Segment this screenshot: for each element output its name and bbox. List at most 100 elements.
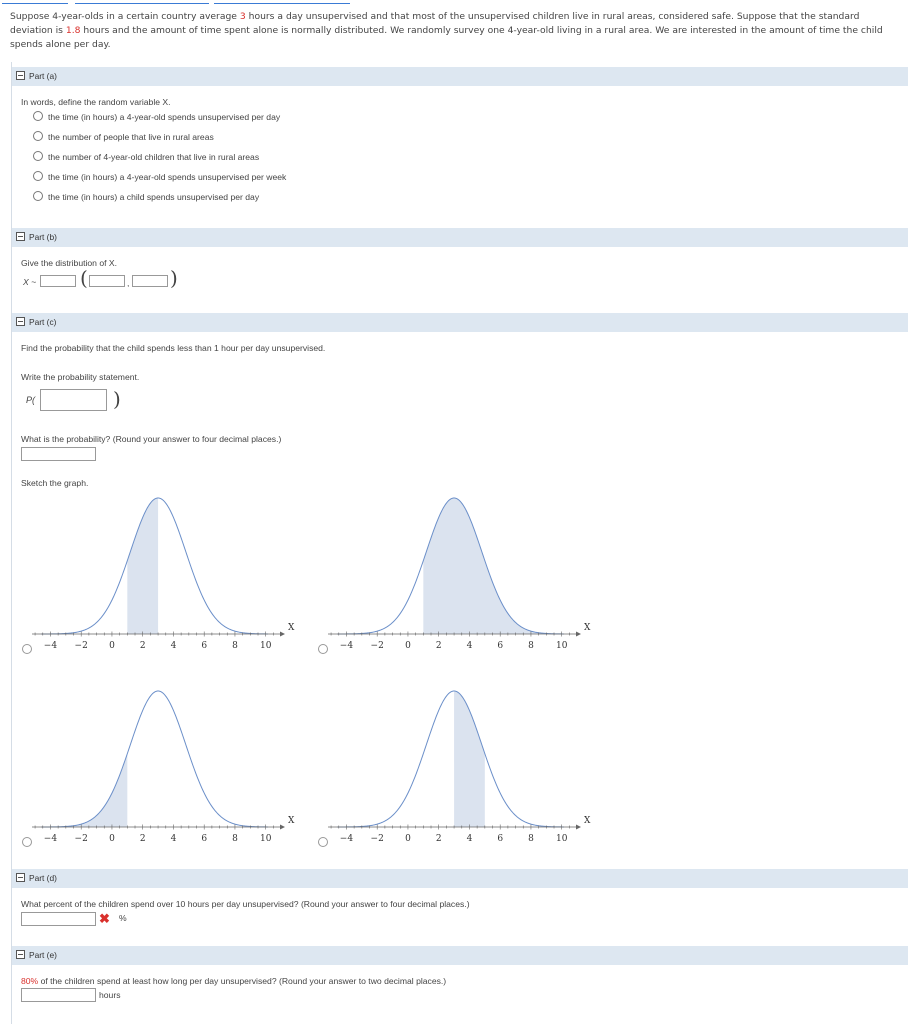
close-paren: ) [170, 266, 178, 290]
graph-radio-4[interactable] [318, 837, 328, 847]
part-b-title: Part (b) [29, 232, 57, 242]
axis-arrow [280, 631, 285, 637]
graph-option-2[interactable]: −4 −2 0 2 4 6 8 10 X [316, 480, 601, 660]
part-e-title: Part (e) [29, 950, 57, 960]
graph-radio-2[interactable] [318, 644, 328, 654]
tick-label: −4 [340, 641, 354, 651]
tick-label: −4 [340, 834, 354, 844]
collapse-icon[interactable] [16, 232, 25, 241]
graph-radio-1[interactable] [22, 644, 32, 654]
distribution-name-input[interactable] [40, 275, 76, 287]
collapse-icon[interactable] [16, 950, 25, 959]
tick-label: 0 [109, 834, 115, 844]
probability-answer-input[interactable] [21, 447, 96, 461]
normal-curve [41, 690, 269, 828]
tab-indicator-3[interactable] [214, 0, 350, 4]
tick-label: 4 [171, 641, 177, 651]
collapse-icon[interactable] [16, 873, 25, 882]
radio-button[interactable] [33, 171, 43, 181]
tick-label: 0 [109, 641, 115, 651]
tick-label: 0 [405, 834, 411, 844]
part-a-header[interactable]: Part (a) [12, 67, 908, 86]
tick-label: −2 [371, 834, 384, 844]
tab-indicator-1[interactable] [2, 0, 68, 4]
part-c-header[interactable]: Part (c) [12, 313, 908, 332]
radio-button[interactable] [33, 191, 43, 201]
hours-answer-input[interactable] [21, 988, 96, 1002]
part-c-question: Find the probability that the child spen… [21, 343, 326, 353]
tick-label: 6 [497, 641, 503, 651]
part-e-question: 80% of the children spend at least how l… [21, 976, 447, 986]
top-tab-strip [0, 0, 908, 4]
tick-label: −4 [44, 641, 58, 651]
tick-label: −2 [75, 834, 88, 844]
probability-prompt: What is the probability? (Round your ans… [21, 434, 282, 444]
tick-label: 10 [260, 834, 272, 844]
tick-label: 2 [140, 641, 146, 651]
x-axis-label: X [288, 623, 295, 633]
part-d-question: What percent of the children spend over … [21, 899, 470, 909]
graph-option-1[interactable]: −4 −2 0 2 4 6 8 10 X [20, 480, 305, 660]
percent-value: 80% [21, 976, 39, 986]
option-a-3[interactable]: the number of 4-year-old children that l… [33, 151, 259, 163]
axis-arrow [280, 824, 285, 830]
graph-option-4[interactable]: −4 −2 0 2 4 6 8 10 X [316, 673, 601, 853]
axis-arrow [576, 824, 581, 830]
hours-unit: hours [99, 990, 121, 1000]
mean-param-input[interactable] [89, 275, 125, 287]
x-distribution-label: X ~ [23, 277, 37, 287]
tick-label: 4 [171, 834, 177, 844]
percent-answer-input[interactable] [21, 912, 96, 926]
tick-label: 6 [497, 834, 503, 844]
part-b-question: Give the distribution of X. [21, 258, 118, 268]
x-axis-label: X [584, 623, 591, 633]
tick-label: −4 [44, 834, 58, 844]
normal-curve-graph-1: −4 −2 0 2 4 6 8 10 X [32, 497, 295, 651]
collapse-icon[interactable] [16, 317, 25, 326]
normal-curve-graph-4: −4 −2 0 2 4 6 8 10 X [328, 690, 591, 844]
normal-curve-graph-3: −4 −2 0 2 4 6 8 10 X [32, 690, 295, 844]
probability-statement-input[interactable] [40, 389, 107, 411]
tick-label: 2 [436, 834, 442, 844]
intro-text-3: hours and the amount of time spent alone… [10, 25, 883, 50]
normal-curve [337, 690, 565, 828]
tick-label: 2 [436, 641, 442, 651]
percent-unit: % [119, 913, 127, 923]
tick-label: 8 [232, 834, 238, 844]
tick-label: 4 [467, 834, 473, 844]
radio-button[interactable] [33, 131, 43, 141]
problem-statement: Suppose 4-year-olds in a certain country… [10, 10, 900, 52]
statement-prompt: Write the probability statement. [21, 372, 140, 382]
tab-indicator-2[interactable] [75, 0, 209, 4]
shaded-region [423, 498, 562, 634]
radio-button[interactable] [33, 151, 43, 161]
part-e-header[interactable]: Part (e) [12, 946, 908, 965]
tick-label: −2 [371, 641, 384, 651]
option-a-4[interactable]: the time (in hours) a 4-year-old spends … [33, 171, 286, 183]
tick-label: −2 [75, 641, 88, 651]
x-axis-label: X [584, 816, 591, 826]
option-a-1[interactable]: the time (in hours) a 4-year-old spends … [33, 111, 280, 123]
collapse-icon[interactable] [16, 71, 25, 80]
part-d-title: Part (d) [29, 873, 57, 883]
tick-label: 10 [556, 641, 568, 651]
graph-option-3[interactable]: −4 −2 0 2 4 6 8 10 X [20, 673, 305, 853]
intro-text-1: Suppose 4-year-olds in a certain country… [10, 11, 240, 22]
option-a-5[interactable]: the time (in hours) a child spends unsup… [33, 191, 259, 203]
tick-label: 2 [140, 834, 146, 844]
graph-radio-3[interactable] [22, 837, 32, 847]
normal-curve-graph-2: −4 −2 0 2 4 6 8 10 X [328, 497, 591, 651]
tick-label: 10 [556, 834, 568, 844]
x-axis-label: X [288, 816, 295, 826]
part-d-header[interactable]: Part (d) [12, 869, 908, 888]
sd-param-input[interactable] [132, 275, 168, 287]
axis-arrow [576, 631, 581, 637]
p-label: P( [26, 395, 35, 405]
open-paren: ( [80, 266, 88, 290]
sd-value: 1.8 [65, 25, 81, 36]
part-a-question: In words, define the random variable X. [21, 97, 171, 107]
part-b-header[interactable]: Part (b) [12, 228, 908, 247]
radio-button[interactable] [33, 111, 43, 121]
option-a-2[interactable]: the number of people that live in rural … [33, 131, 214, 143]
tick-label: 6 [201, 641, 207, 651]
